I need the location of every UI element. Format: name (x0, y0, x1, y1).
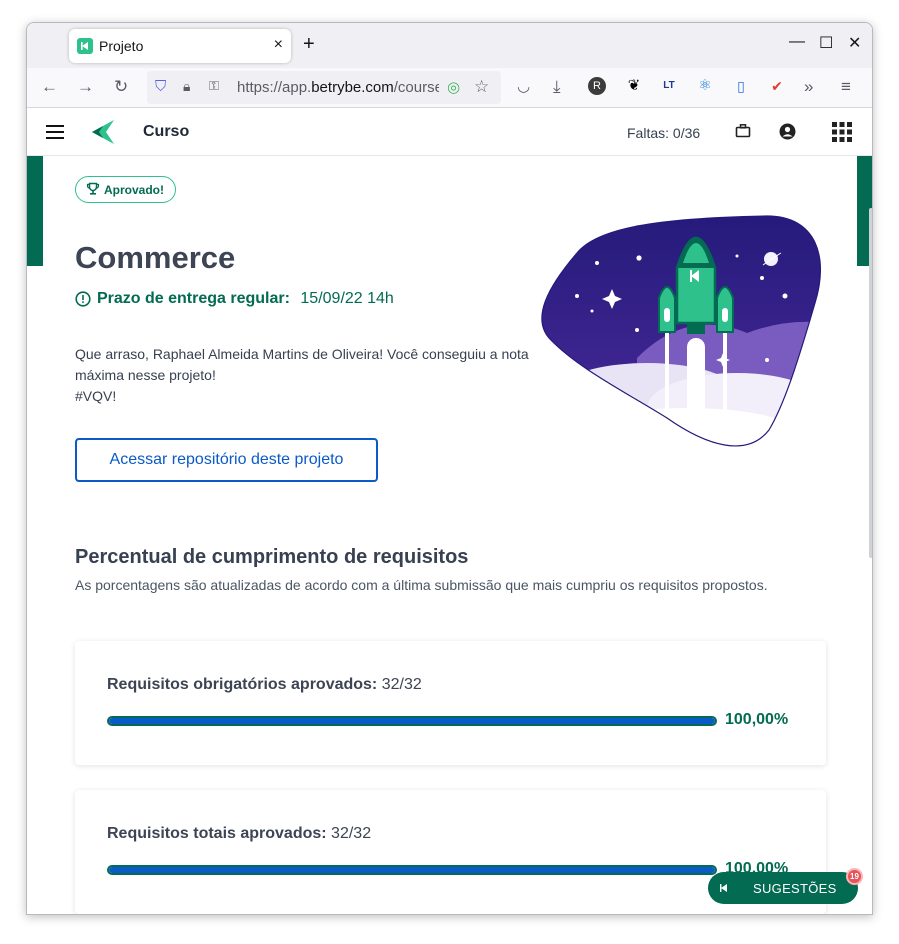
extension-ring-icon[interactable]: ◎ (447, 78, 460, 96)
requirements-section-subtitle: As porcentagens são atualizadas de acord… (75, 577, 768, 593)
suggestions-count-badge: 19 (846, 868, 863, 885)
browser-window: Projeto × + — ☐ ✕ ← → ↻ ⛉ 🔒︎ ⚿ https://a… (26, 22, 873, 915)
browser-tab-projeto[interactable]: Projeto × (69, 29, 291, 63)
close-tab-icon[interactable]: × (274, 36, 283, 54)
bookmark-star-icon[interactable]: ☆ (474, 77, 489, 97)
shield-icon[interactable]: ⛉ (155, 78, 166, 95)
react-devtools-icon[interactable]: ⚛ (696, 77, 714, 95)
close-window-icon[interactable]: ✕ (848, 33, 861, 53)
course-link[interactable]: Curso (143, 123, 189, 141)
progress-bar (107, 865, 717, 875)
back-icon[interactable]: ← (41, 77, 58, 97)
page-scrollbar[interactable] (869, 208, 872, 558)
extension-gnome-icon[interactable]: ❦ (625, 77, 643, 95)
progress-percent: 100,00% (725, 711, 789, 728)
absences-counter: Faltas: 0/36 (627, 125, 701, 141)
suggestions-button[interactable]: SUGESTÕES 19 (708, 868, 863, 904)
card-label-title: Requisitos obrigatórios aprovados: (107, 676, 378, 693)
extension-r-icon[interactable]: R (588, 77, 606, 95)
congratulations-hashtag: #VQV! (75, 388, 117, 404)
mandatory-requirements-card: Requisitos obrigatórios aprovados: 32/32… (75, 641, 826, 765)
requirements-section-title: Percentual de cumprimento de requisitos (75, 546, 469, 568)
briefcase-icon[interactable] (735, 123, 751, 144)
page-content: Curso Faltas: 0/36 Aprovado! Commerce Pr… (27, 108, 872, 914)
permissions-icon[interactable]: ⚿ (209, 78, 219, 94)
congratulations-message: Que arraso, Raphael Almeida Martins de O… (75, 344, 535, 407)
overflow-chevron-icon[interactable]: » (804, 77, 813, 97)
card-label-value: 32/32 (381, 676, 422, 693)
card-label-value: 32/32 (331, 825, 372, 842)
rocket-illustration (537, 208, 827, 453)
card-label-title: Requisitos totais aprovados: (107, 825, 327, 842)
progress-bar-fill (109, 718, 715, 724)
extension-window-icon[interactable]: ▯ (732, 77, 750, 95)
card-label: Requisitos totais aprovados: 32/32 (107, 825, 371, 843)
download-icon[interactable]: ⤓ (553, 77, 561, 97)
access-repository-button[interactable]: Acessar repositório deste projeto (75, 438, 378, 482)
url-text[interactable]: https://app.betrybe.com/course/... (237, 79, 439, 96)
lock-icon[interactable]: 🔒︎ (183, 78, 190, 95)
new-tab-button[interactable]: + (303, 33, 315, 55)
card-label: Requisitos obrigatórios aprovados: 32/32 (107, 676, 422, 694)
maximize-icon[interactable]: ☐ (819, 33, 833, 53)
deadline-label: Prazo de entrega regular: (97, 290, 290, 307)
approved-badge: Aprovado! (75, 176, 176, 203)
reload-icon[interactable]: ↻ (114, 77, 128, 97)
app-menu-icon[interactable]: ≡ (841, 77, 851, 97)
address-bar[interactable]: ⛉ 🔒︎ ⚿ https://app.betrybe.com/course/..… (147, 71, 501, 104)
apps-grid-icon[interactable] (832, 122, 852, 147)
extension-lt-icon[interactable]: LT (660, 77, 678, 95)
user-account-icon[interactable] (779, 123, 796, 145)
forward-icon[interactable]: → (77, 77, 94, 97)
suggestions-label: SUGESTÕES (753, 881, 837, 896)
browser-toolbar: ← → ↻ ⛉ 🔒︎ ⚿ https://app.betrybe.com/cou… (27, 68, 872, 108)
deadline-value: 15/09/22 14h (300, 290, 394, 307)
trybe-logo-icon[interactable] (89, 118, 117, 151)
hamburger-menu-icon[interactable] (46, 125, 64, 139)
minimize-icon[interactable]: — (789, 33, 805, 51)
project-title: Commerce (75, 240, 236, 275)
alert-circle-icon (75, 291, 91, 312)
extension-color-icon[interactable]: ✔ (768, 77, 786, 95)
deadline-row: Prazo de entrega regular: 15/09/22 14h (75, 290, 394, 308)
approved-badge-label: Aprovado! (104, 183, 164, 197)
pocket-icon[interactable]: ◡ (517, 77, 530, 95)
trybe-small-icon (718, 882, 730, 897)
tab-strip: Projeto × + — ☐ ✕ (27, 23, 872, 68)
tab-title: Projeto (99, 38, 144, 54)
congratulations-text: Que arraso, Raphael Almeida Martins de O… (75, 346, 529, 383)
progress-bar-fill (109, 867, 715, 873)
decorative-band-left (27, 156, 43, 266)
trybe-favicon-icon (77, 38, 93, 54)
trophy-icon (86, 182, 100, 199)
app-header: Curso Faltas: 0/36 (27, 108, 872, 156)
progress-bar (107, 716, 717, 726)
